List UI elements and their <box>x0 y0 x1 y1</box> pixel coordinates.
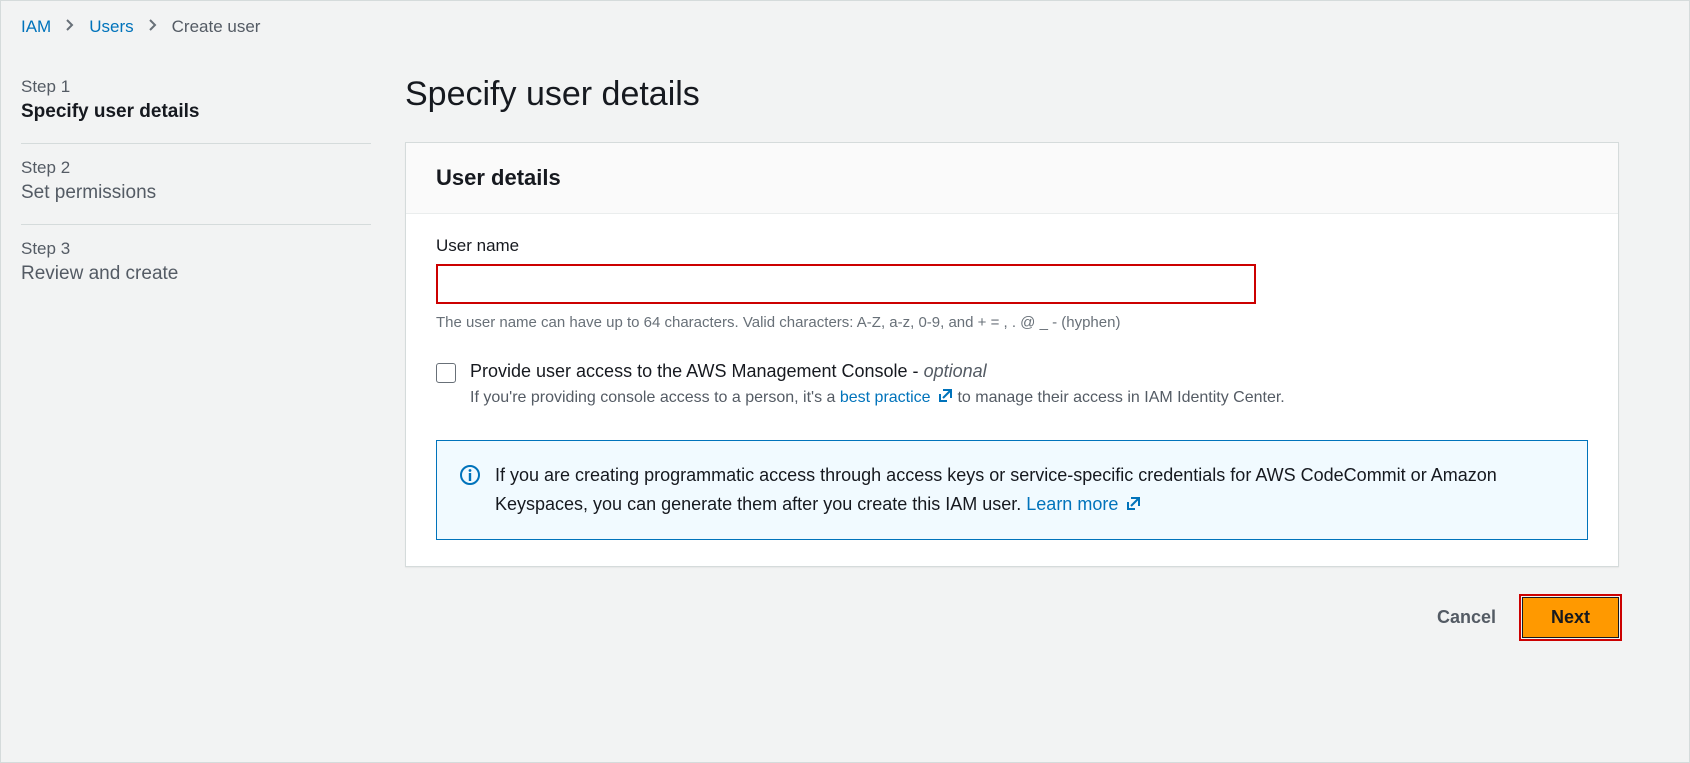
step-title: Review and create <box>21 263 371 285</box>
info-text: If you are creating programmatic access … <box>495 461 1565 519</box>
breadcrumb: IAM Users Create user <box>1 1 1689 49</box>
username-input[interactable] <box>436 264 1256 304</box>
info-icon <box>459 464 481 486</box>
cancel-button[interactable]: Cancel <box>1433 597 1500 638</box>
step-2[interactable]: Step 2 Set permissions <box>21 144 371 225</box>
best-practice-link[interactable]: best practice <box>840 389 953 406</box>
breadcrumb-current: Create user <box>172 17 261 37</box>
next-button[interactable]: Next <box>1522 597 1619 638</box>
step-number: Step 1 <box>21 77 371 97</box>
username-hint: The user name can have up to 64 characte… <box>436 314 1588 331</box>
chevron-right-icon <box>148 17 158 37</box>
step-number: Step 2 <box>21 158 371 178</box>
breadcrumb-link-users[interactable]: Users <box>89 17 133 37</box>
external-link-icon <box>937 388 953 404</box>
wizard-steps: Step 1 Specify user details Step 2 Set p… <box>1 49 391 305</box>
wizard-actions: Cancel Next <box>1 567 1689 658</box>
external-link-icon <box>1125 492 1141 508</box>
user-details-panel: User details User name The user name can… <box>405 142 1619 567</box>
learn-more-link[interactable]: Learn more <box>1026 494 1141 514</box>
page-title: Specify user details <box>405 75 1619 114</box>
chevron-right-icon <box>65 17 75 37</box>
step-title: Set permissions <box>21 182 371 204</box>
console-access-description: If you're providing console access to a … <box>470 386 1285 410</box>
console-access-checkbox[interactable] <box>436 363 456 383</box>
username-label: User name <box>436 236 1588 256</box>
step-3[interactable]: Step 3 Review and create <box>21 225 371 305</box>
step-title: Specify user details <box>21 101 371 123</box>
panel-title: User details <box>436 165 1588 191</box>
step-number: Step 3 <box>21 239 371 259</box>
breadcrumb-link-iam[interactable]: IAM <box>21 17 51 37</box>
console-access-label: Provide user access to the AWS Managemen… <box>470 361 1285 382</box>
info-alert: If you are creating programmatic access … <box>436 440 1588 540</box>
step-1: Step 1 Specify user details <box>21 63 371 144</box>
